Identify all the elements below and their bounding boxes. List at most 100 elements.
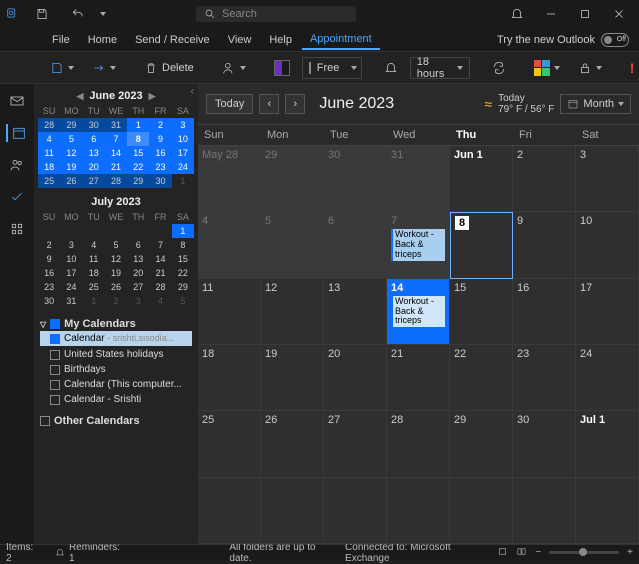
calendar-title: June 2023: [319, 95, 394, 113]
day-cell[interactable]: 4: [198, 212, 261, 278]
appointment[interactable]: Workout - Back & triceps: [391, 296, 445, 328]
next-month-button[interactable]: ›: [285, 94, 305, 114]
day-cell[interactable]: 27: [324, 411, 387, 477]
day-cell[interactable]: 14Workout - Back & triceps: [387, 279, 450, 345]
day-cell[interactable]: 19: [261, 345, 324, 411]
menubar: FileHomeSend / ReceiveViewHelpAppointmen…: [0, 28, 639, 52]
calendar-item-3[interactable]: Calendar (This computer...: [40, 377, 192, 392]
menu-appointment[interactable]: Appointment: [302, 30, 380, 50]
reminder-dropdown[interactable]: 18 hours: [410, 57, 470, 79]
day-cell[interactable]: 13: [324, 279, 387, 345]
calendar-module-icon[interactable]: [6, 124, 28, 142]
day-cell[interactable]: 25: [198, 411, 261, 477]
day-cell[interactable]: 5: [261, 212, 324, 278]
day-cell[interactable]: 20: [324, 345, 387, 411]
search-box[interactable]: Search: [196, 6, 356, 22]
zoom-slider[interactable]: [549, 551, 619, 554]
calendar-item-1[interactable]: United States holidays: [40, 347, 192, 362]
calendar-item-2[interactable]: Birthdays: [40, 362, 192, 377]
day-cell[interactable]: 8: [450, 212, 513, 278]
day-cell[interactable]: 11: [198, 279, 261, 345]
prev-month-button[interactable]: ‹: [259, 94, 279, 114]
menu-file[interactable]: File: [44, 31, 78, 49]
day-cell[interactable]: 31: [387, 146, 450, 212]
day-cell[interactable]: 3: [576, 146, 639, 212]
recurrence-button[interactable]: [486, 56, 512, 80]
more-apps-icon[interactable]: [6, 220, 28, 238]
status-sync: All folders are up to date.: [229, 542, 327, 564]
save-close-button[interactable]: [44, 56, 80, 80]
my-calendars-group[interactable]: ▽My Calendars: [40, 318, 192, 330]
day-cell[interactable]: 28: [387, 411, 450, 477]
window-close-icon[interactable]: [605, 4, 633, 24]
day-cell[interactable]: 6: [324, 212, 387, 278]
delete-button[interactable]: Delete: [138, 56, 200, 80]
day-cell[interactable]: 21: [387, 345, 450, 411]
month-grid[interactable]: May 28293031Jun 1234567Workout - Back & …: [198, 146, 639, 544]
menu-home[interactable]: Home: [80, 31, 125, 49]
day-of-week-header: SunMonTueWedThuFriSat: [198, 124, 639, 146]
forward-button[interactable]: [86, 56, 122, 80]
day-cell[interactable]: Jul 1: [576, 411, 639, 477]
menu-view[interactable]: View: [220, 31, 260, 49]
appointment[interactable]: Workout - Back & triceps: [391, 229, 445, 261]
view-reading-icon[interactable]: [516, 546, 527, 560]
zoom-in-icon[interactable]: +: [627, 547, 633, 558]
new-outlook-label: Try the new Outlook: [497, 34, 595, 46]
qat-dropdown-icon[interactable]: [100, 12, 106, 16]
invite-attendees-button[interactable]: [216, 56, 252, 80]
bell-icon[interactable]: [503, 4, 531, 24]
save-icon[interactable]: [28, 4, 56, 24]
other-calendars-group[interactable]: Other Calendars: [40, 415, 192, 427]
reminder-icon[interactable]: [378, 56, 404, 80]
day-cell[interactable]: 26: [261, 411, 324, 477]
appointment-color-button[interactable]: [268, 56, 296, 80]
view-normal-icon[interactable]: [497, 546, 508, 560]
day-cell[interactable]: May 28: [198, 146, 261, 212]
todo-module-icon[interactable]: [6, 188, 28, 206]
mail-module-icon[interactable]: [6, 92, 28, 110]
private-button[interactable]: [572, 56, 608, 80]
day-cell[interactable]: 15: [450, 279, 513, 345]
window-maximize-icon[interactable]: [571, 4, 599, 24]
calendar-item-0[interactable]: Calendar - srishti.sisodia...: [40, 331, 192, 346]
zoom-out-icon[interactable]: −: [535, 547, 541, 558]
day-cell[interactable]: 22: [450, 345, 513, 411]
show-as-dropdown[interactable]: Free: [302, 57, 362, 79]
mini-calendar-0[interactable]: ◀June 2023▶SUMOTUWETHFRSA282930311234567…: [38, 88, 194, 188]
day-cell[interactable]: 30: [324, 146, 387, 212]
day-cell[interactable]: 16: [513, 279, 576, 345]
calendar-item-4[interactable]: Calendar - Srishti: [40, 392, 192, 407]
day-cell[interactable]: 18: [198, 345, 261, 411]
day-cell[interactable]: 2: [513, 146, 576, 212]
mini-calendar-1[interactable]: July 2023SUMOTUWETHFRSA12345678910111213…: [38, 194, 194, 308]
day-cell[interactable]: 7Workout - Back & triceps: [387, 212, 450, 278]
day-cell[interactable]: 29: [450, 411, 513, 477]
view-selector[interactable]: Month: [560, 94, 631, 114]
menu-help[interactable]: Help: [261, 31, 300, 49]
day-cell[interactable]: 24: [576, 345, 639, 411]
calendar-view: Today ‹ › June 2023 ≈ Today79° F / 56° F…: [198, 84, 639, 544]
undo-icon[interactable]: [64, 4, 92, 24]
window-minimize-icon[interactable]: [537, 4, 565, 24]
people-module-icon[interactable]: [6, 156, 28, 174]
weather-widget[interactable]: ≈ Today79° F / 56° F: [484, 93, 554, 115]
today-button[interactable]: Today: [206, 94, 253, 114]
day-cell[interactable]: 10: [576, 212, 639, 278]
sidebar-collapse-icon[interactable]: ‹: [191, 86, 194, 97]
day-cell[interactable]: 12: [261, 279, 324, 345]
categorize-button[interactable]: [528, 56, 566, 80]
new-outlook-toggle[interactable]: Off: [601, 33, 629, 47]
day-cell[interactable]: 30: [513, 411, 576, 477]
menu-send-receive[interactable]: Send / Receive: [127, 31, 218, 49]
day-cell[interactable]: 9: [513, 212, 576, 278]
sidebar: ‹ ◀June 2023▶SUMOTUWETHFRSA2829303112345…: [34, 84, 198, 544]
day-cell[interactable]: 23: [513, 345, 576, 411]
status-reminders[interactable]: Reminders: 1: [55, 542, 121, 564]
day-cell[interactable]: 29: [261, 146, 324, 212]
day-cell[interactable]: Jun 1: [450, 146, 513, 212]
high-importance-button[interactable]: !: [624, 56, 639, 80]
module-rail: [0, 84, 34, 544]
day-cell[interactable]: 17: [576, 279, 639, 345]
search-placeholder: Search: [222, 8, 257, 20]
